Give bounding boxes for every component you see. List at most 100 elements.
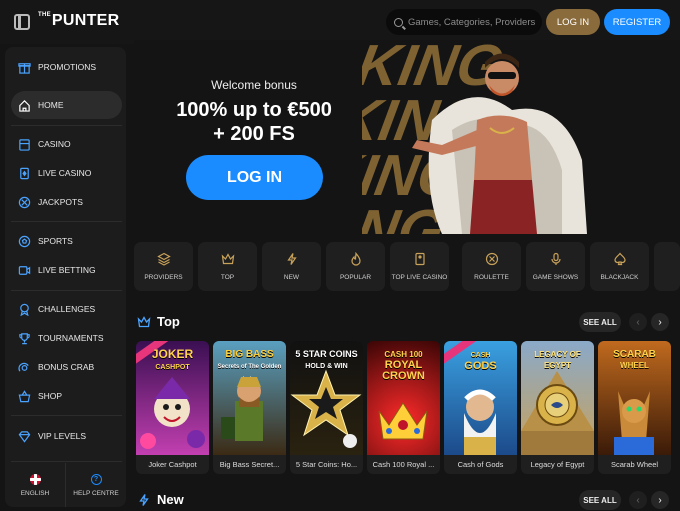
sidebar-item-label: PROMOTIONS [38,62,97,72]
help-label: HELP CENTRE [73,489,119,497]
sidebar-item-casino[interactable]: CASINO [11,130,122,158]
sidebar-item-label: SHOP [38,391,63,401]
sidebar-divider [11,290,122,291]
category-label: NEW [283,274,300,281]
category-blackjack[interactable]: BLACKJACK [590,242,649,291]
chevron-left-icon: ‹ [636,494,640,506]
category-more[interactable] [654,242,680,291]
game-name: Big Bass Secret... [219,460,280,469]
zeus-art [464,389,496,455]
sidebar: PROMOTIONS HOME CASINO LIVE CASINO JACKP… [5,47,126,507]
top-bar: THEPUNTER LOG IN REGISTER [0,0,680,44]
see-all-top-button[interactable]: SEE ALL [579,312,621,332]
hero-offer-line2: + 200 FS [213,123,295,145]
crab-icon [18,361,31,373]
game-card-cash-of-gods[interactable]: CASH GODS Cash of Gods [444,341,517,474]
help-icon: ? [90,473,102,485]
sidebar-item-label: CHALLENGES [38,304,96,314]
category-top-live-casino[interactable]: TOP LIVE CASINO [390,242,449,291]
joker-art [140,377,205,449]
language-selector[interactable]: ENGLISH [5,463,65,507]
logo[interactable]: THEPUNTER [38,12,120,30]
game-thumbnail: LEGACY OF EGYPT [521,341,594,455]
category-new[interactable]: NEW [262,242,321,291]
login-button[interactable]: LOG IN [546,9,600,35]
chevron-right-icon: › [658,316,662,328]
sidebar-item-jackpots[interactable]: JACKPOTS [11,188,122,216]
category-roulette[interactable]: ROULETTE [462,242,521,291]
help-centre-link[interactable]: ? HELP CENTRE [65,463,126,507]
sidebar-item-label: LIVE CASINO [38,168,92,178]
hero-offer-line1: 100% up to €500 [176,99,332,121]
carousel-next-new-button[interactable]: › [651,491,669,509]
game-card-big-bass[interactable]: BIG BASSSecrets of The Golden Lake Big B… [213,341,286,474]
uk-flag-icon [29,473,41,485]
game-card-scarab-wheel[interactable]: SCARAB WHEEL Scarab Wheel [598,341,671,474]
spade-icon [613,252,626,266]
game-card-joker-cashpot[interactable]: JOKER CASHPOT Joker Cashpot [136,341,209,474]
sidebar-item-sports[interactable]: SPORTS [11,227,122,255]
sidebar-item-label: SPORTS [38,236,73,246]
chevron-right-icon: › [658,494,662,506]
search-input[interactable] [408,16,538,28]
sidebar-item-promotions[interactable]: PROMOTIONS [11,53,122,81]
section-title-new: New [157,492,184,507]
category-label: TOP [220,274,235,281]
game-name: Scarab Wheel [610,460,659,469]
sidebar-item-label: VIP LEVELS [38,431,87,441]
category-label: GAME SHOWS [532,274,579,281]
chevron-left-icon: ‹ [636,316,640,328]
game-name: Cash 100 Royal ... [372,460,435,469]
carousel-prev-top-button[interactable]: ‹ [629,313,647,331]
star-coin-art [290,369,362,448]
sidebar-item-label: HOME [38,100,64,110]
sidebar-item-tournaments[interactable]: TOURNAMENTS [11,324,122,352]
carousel-prev-new-button[interactable]: ‹ [629,491,647,509]
diamond-icon [18,430,31,443]
sidebar-item-label: JACKPOTS [38,197,83,207]
roulette-icon [485,252,498,266]
sidebar-item-vip-levels[interactable]: VIP LEVELS [11,422,122,450]
game-name: 5 Star Coins: Ho... [295,460,358,469]
hero-login-button[interactable]: LOG IN [186,155,323,200]
game-name: Legacy of Egypt [530,460,585,469]
sidebar-item-challenges[interactable]: CHALLENGES [11,295,122,323]
soccer-ball-icon [18,235,31,247]
sidebar-toggle-icon[interactable] [14,14,30,30]
microphone-icon [550,252,561,265]
game-thumbnail: 5 STAR COINS HOLD & WIN [290,341,363,455]
hero-offer-text: 100% up to €500 + 200 FS [134,98,374,146]
sidebar-item-home[interactable]: HOME [11,91,122,119]
live-casino-icon [18,167,31,179]
sidebar-item-live-betting[interactable]: LIVE BETTING [11,256,122,284]
crown-icon [137,316,151,328]
see-all-new-button[interactable]: SEE ALL [579,490,621,510]
cat-statue-art [614,391,654,455]
logo-text: PUNTER [51,12,120,29]
hero-banner: Welcome bonus 100% up to €500 + 200 FS L… [134,40,680,234]
sidebar-item-label: CASINO [38,139,71,149]
sidebar-item-live-casino[interactable]: LIVE CASINO [11,159,122,187]
layers-icon [156,252,171,266]
sidebar-item-label: BONUS CRAB [38,362,95,372]
search-icon [394,17,403,27]
category-top[interactable]: TOP [198,242,257,291]
medal-icon [18,303,31,316]
game-card-5-star-coins[interactable]: 5 STAR COINS HOLD & WIN 5 Star Coins: Ho.… [290,341,363,474]
carousel-next-top-button[interactable]: › [651,313,669,331]
sidebar-item-shop[interactable]: SHOP [11,382,122,410]
fisherman-art [221,377,263,441]
register-button[interactable]: REGISTER [604,9,670,35]
sidebar-item-label: LIVE BETTING [38,265,96,275]
trophy-icon [18,332,31,344]
home-icon [18,99,31,112]
gift-icon [18,61,31,74]
category-providers[interactable]: PROVIDERS [134,242,193,291]
game-card-cash-100-royal-crown[interactable]: CASH 100 ROYAL CROWN Cash 100 Royal ... [367,341,440,474]
search-bar[interactable] [386,9,542,35]
category-popular[interactable]: POPULAR [326,242,385,291]
sidebar-divider [11,221,122,222]
sidebar-item-bonus-crab[interactable]: BONUS CRAB [11,353,122,381]
game-card-legacy-of-egypt[interactable]: LEGACY OF EGYPT Legacy of Egypt [521,341,594,474]
category-game-shows[interactable]: GAME SHOWS [526,242,585,291]
